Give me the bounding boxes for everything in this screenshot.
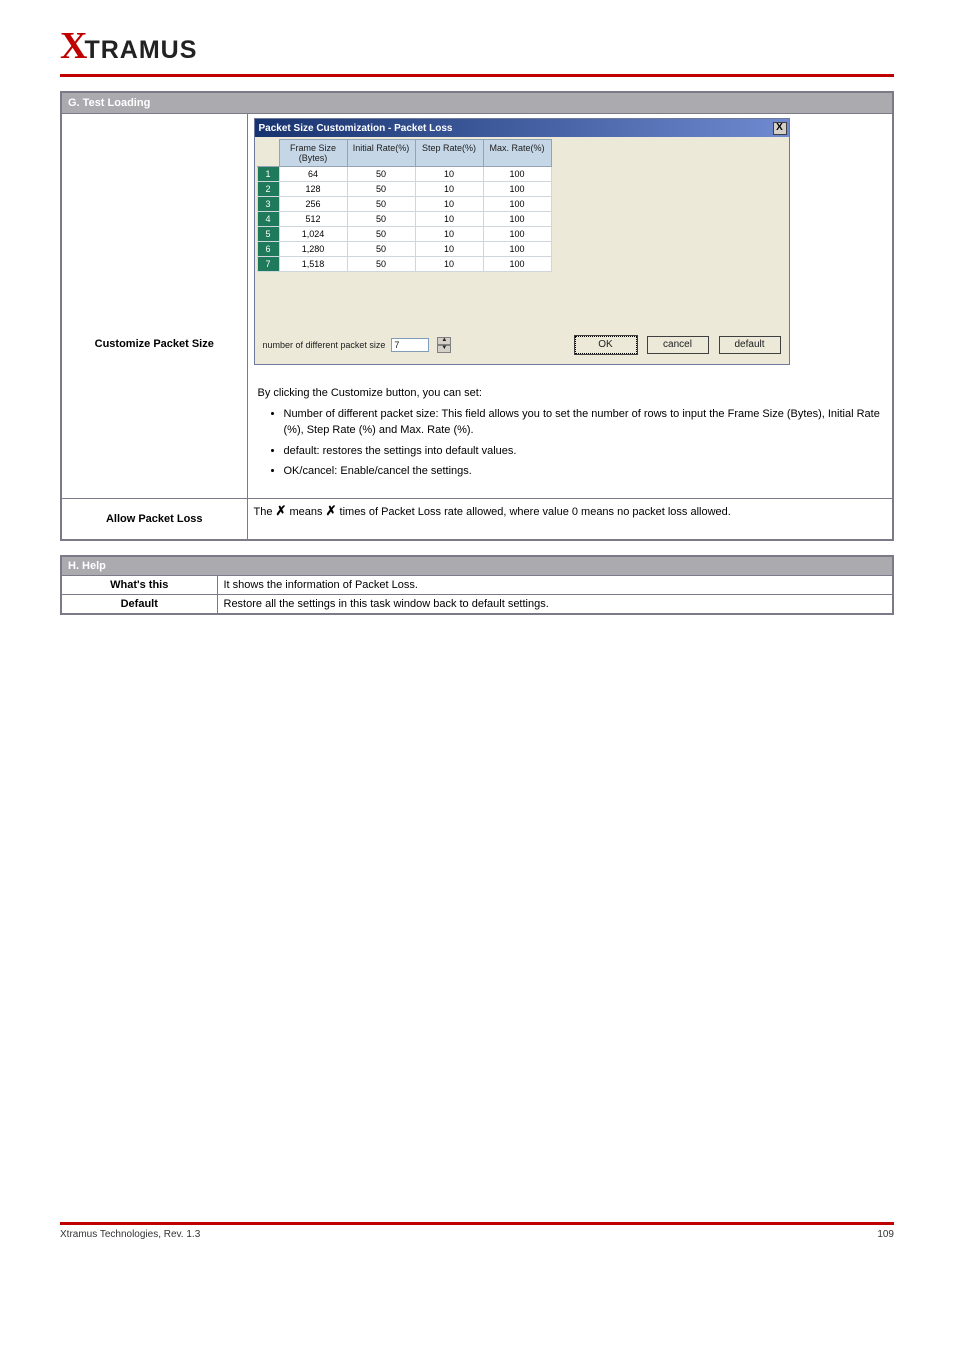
packet-count-label: number of different packet size: [263, 340, 386, 350]
x-icon: ✗: [326, 503, 337, 518]
ok-button[interactable]: OK: [575, 336, 637, 354]
col-step-rate: Step Rate(%): [415, 140, 483, 167]
help-table: H. Help What's this It shows the informa…: [60, 555, 894, 615]
close-icon[interactable]: X: [773, 122, 787, 135]
bullet-item: OK/cancel: Enable/cancel the settings.: [284, 463, 883, 480]
packet-count-input[interactable]: 7: [391, 338, 429, 352]
cancel-button[interactable]: cancel: [647, 336, 709, 354]
default-button[interactable]: default: [719, 336, 781, 354]
row1-label: Customize Packet Size: [61, 114, 247, 499]
help-row-label: What's this: [61, 575, 217, 594]
quantity-stepper[interactable]: ▲ ▼: [437, 337, 451, 353]
row2-content: The ✗ means ✗ times of Packet Loss rate …: [247, 498, 893, 540]
logo-text: TRAMUS: [84, 36, 197, 65]
col-frame-size: Frame Size (Bytes): [279, 140, 347, 167]
dialog-footer: number of different packet size 7 ▲ ▼ OK…: [255, 272, 789, 364]
footer-left: Xtramus Technologies, Rev. 1.3: [60, 1229, 200, 1240]
table-row: 51,0245010100: [257, 227, 551, 242]
x-icon: ✗: [276, 503, 287, 518]
packet-size-dialog: Packet Size Customization - Packet Loss …: [254, 118, 790, 365]
packet-grid: Frame Size (Bytes) Initial Rate(%) Step …: [257, 139, 552, 272]
header-divider: [60, 74, 894, 77]
row2-label: Allow Packet Loss: [61, 498, 247, 540]
table-row: 21285010100: [257, 182, 551, 197]
brand-logo: X TRAMUS: [60, 24, 894, 68]
help-row-desc: Restore all the settings in this task wi…: [217, 594, 893, 614]
bullet-item: default: restores the settings into defa…: [284, 443, 883, 460]
table-row: 71,5185010100: [257, 257, 551, 272]
col-max-rate: Max. Rate(%): [483, 140, 551, 167]
table-row: 32565010100: [257, 197, 551, 212]
dialog-title: Packet Size Customization - Packet Loss: [259, 123, 453, 134]
help-row-desc: It shows the information of Packet Loss.: [217, 575, 893, 594]
table-row: 45125010100: [257, 212, 551, 227]
chevron-down-icon[interactable]: ▼: [437, 345, 451, 353]
table-row: 1645010100: [257, 167, 551, 182]
bullet-item: Number of different packet size: This fi…: [284, 406, 883, 439]
desc-intro: By clicking the Customize button, you ca…: [258, 385, 883, 402]
table-row: 61,2805010100: [257, 242, 551, 257]
test-loading-table: G. Test Loading Customize Packet Size Pa…: [60, 91, 894, 541]
col-initial-rate: Initial Rate(%): [347, 140, 415, 167]
help-header: H. Help: [61, 556, 893, 576]
customize-description: By clicking the Customize button, you ca…: [254, 383, 887, 494]
dialog-titlebar: Packet Size Customization - Packet Loss …: [255, 119, 789, 137]
section-header: G. Test Loading: [61, 92, 893, 114]
help-row-label: Default: [61, 594, 217, 614]
chevron-up-icon[interactable]: ▲: [437, 337, 451, 345]
logo-x: X: [60, 24, 86, 68]
grid-corner: [257, 140, 279, 167]
page-footer: Xtramus Technologies, Rev. 1.3 109: [60, 1222, 894, 1240]
footer-divider: [60, 1222, 894, 1225]
footer-page-number: 109: [877, 1229, 894, 1240]
row1-content: Packet Size Customization - Packet Loss …: [247, 114, 893, 499]
